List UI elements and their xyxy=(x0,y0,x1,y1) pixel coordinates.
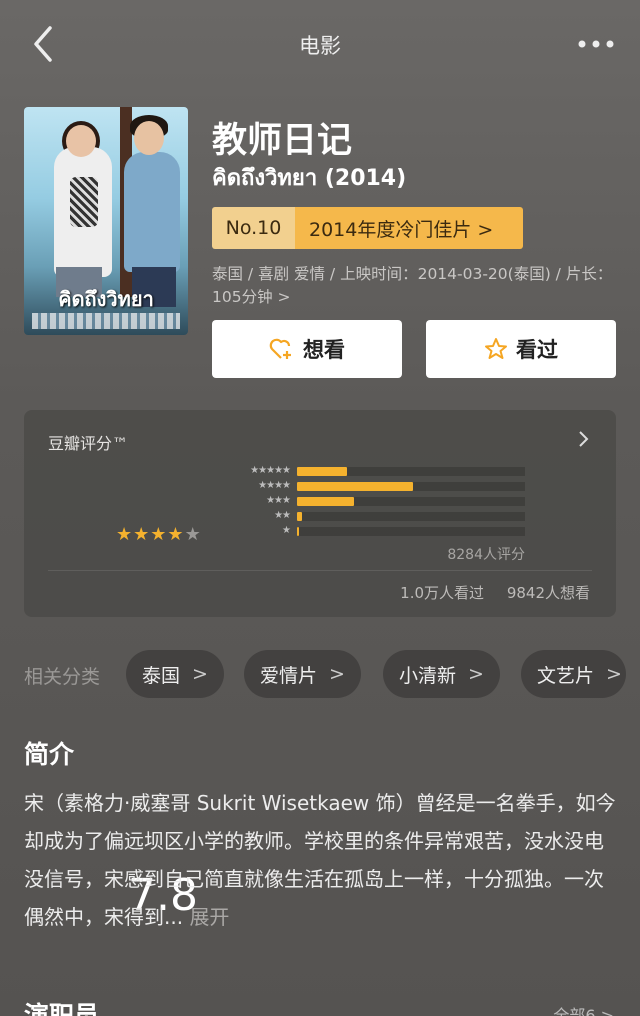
cast-title: 演职员 xyxy=(24,1001,100,1016)
want-count: 9842人想看 xyxy=(506,584,590,602)
category-chip[interactable]: 小清新 > xyxy=(383,650,500,698)
nav-bar: 电影 xyxy=(0,0,640,90)
rating-bar xyxy=(297,527,299,536)
summary-text: 宋（素格力·威塞哥 Sukrit Wisetkaew 饰）曾经是一名拳手，如今却… xyxy=(24,791,616,929)
star-level-label: ★★ xyxy=(274,510,291,521)
star-level-label: ★★★★★ xyxy=(250,465,291,476)
page-title: 电影 xyxy=(299,34,341,58)
rating-bar xyxy=(297,482,414,491)
cast-all-link[interactable]: 全部6 > xyxy=(553,1002,614,1016)
heart-plus-icon xyxy=(269,338,291,359)
rating-count: 8284人评分 xyxy=(447,547,525,563)
rating-bar xyxy=(297,497,354,506)
rank-label: 2014年度冷门佳片 > xyxy=(295,207,523,249)
star-outline-icon xyxy=(485,338,507,359)
rating-bar xyxy=(297,467,348,476)
rank-number: No.10 xyxy=(212,207,295,249)
rating-star-icon: ★ xyxy=(116,524,133,545)
rating-card[interactable]: 豆瓣评分™ 7.8 ★ ★ ★ ★ ★ ★★★★★ ★★★★ ★★★ ★★ ★ 8284人评分 … xyxy=(24,410,616,921)
more-icon[interactable] xyxy=(576,34,616,54)
categories-label: 相关分类 xyxy=(24,666,101,688)
movie-poster[interactable]: คิดถึงวิทยา xyxy=(24,107,188,335)
want-to-watch-button[interactable]: 想看 xyxy=(212,320,402,378)
watched-count: 1.0万人看过 xyxy=(400,584,485,602)
rating-stats: 1.0万人看过 9842人想看 xyxy=(400,582,590,603)
rating-label: 豆瓣评分™ xyxy=(48,434,129,453)
expand-link[interactable]: 展开 xyxy=(189,905,229,929)
category-chip[interactable]: 泰国 > xyxy=(126,650,224,698)
star-level-label: ★★★ xyxy=(266,495,291,506)
rating-star-icon: ★ xyxy=(133,524,150,545)
poster-title-text: คิดถึงวิทยา xyxy=(58,287,154,311)
rank-badge[interactable]: No.10 2014年度冷门佳片 > xyxy=(212,207,523,249)
original-title: คิดถึงวิทยา (2014) xyxy=(212,166,407,191)
star-level-label: ★★★★ xyxy=(258,480,291,491)
rating-bar xyxy=(297,512,302,521)
movie-meta[interactable]: 泰国 / 喜剧 爱情 / 上映时间：2014-03-20(泰国) / 片长：10… xyxy=(212,263,622,309)
movie-title: 教师日记 xyxy=(212,121,353,161)
rating-star-icon: ★ xyxy=(184,524,201,545)
star-level-label: ★ xyxy=(282,525,291,536)
category-chip[interactable]: 文艺片 > xyxy=(521,650,626,698)
chevron-right-icon xyxy=(579,431,589,447)
rating-star-icon: ★ xyxy=(150,524,167,545)
rating-stars: ★ ★ ★ ★ ★ xyxy=(116,524,202,545)
seen-label: 看过 xyxy=(516,338,558,362)
watched-button[interactable]: 看过 xyxy=(426,320,616,378)
category-chip[interactable]: 爱情片 > xyxy=(244,650,361,698)
rating-star-icon: ★ xyxy=(167,524,184,545)
summary-title: 简介 xyxy=(24,740,75,769)
want-label: 想看 xyxy=(303,338,345,362)
